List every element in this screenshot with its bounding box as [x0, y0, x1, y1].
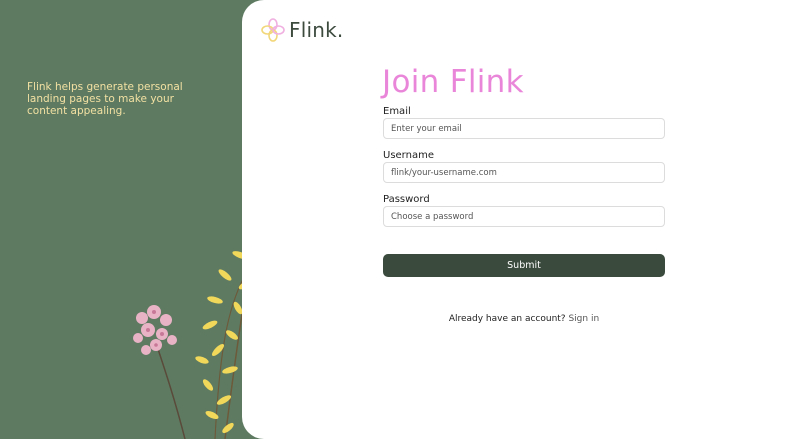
signin-link[interactable]: Sign in — [568, 314, 599, 324]
password-field[interactable] — [383, 206, 665, 227]
email-field[interactable] — [383, 118, 665, 139]
signin-prompt: Already have an account? Sign in — [383, 314, 665, 324]
flower-logo-icon — [261, 18, 285, 42]
brand-logo[interactable]: Flink. — [261, 18, 343, 42]
tagline: Flink helps generate personal landing pa… — [27, 81, 183, 117]
page-title: Join Flink — [382, 64, 524, 100]
username-field[interactable] — [383, 162, 665, 183]
email-label: Email — [383, 106, 411, 117]
username-label: Username — [383, 150, 434, 161]
signin-prompt-text: Already have an account? — [448, 314, 566, 324]
brand-name: Flink. — [289, 18, 344, 42]
password-label: Password — [383, 194, 430, 205]
submit-button[interactable]: Submit — [383, 254, 665, 277]
signup-panel: Flink. Join Flink Email Username Passwor… — [242, 0, 806, 439]
